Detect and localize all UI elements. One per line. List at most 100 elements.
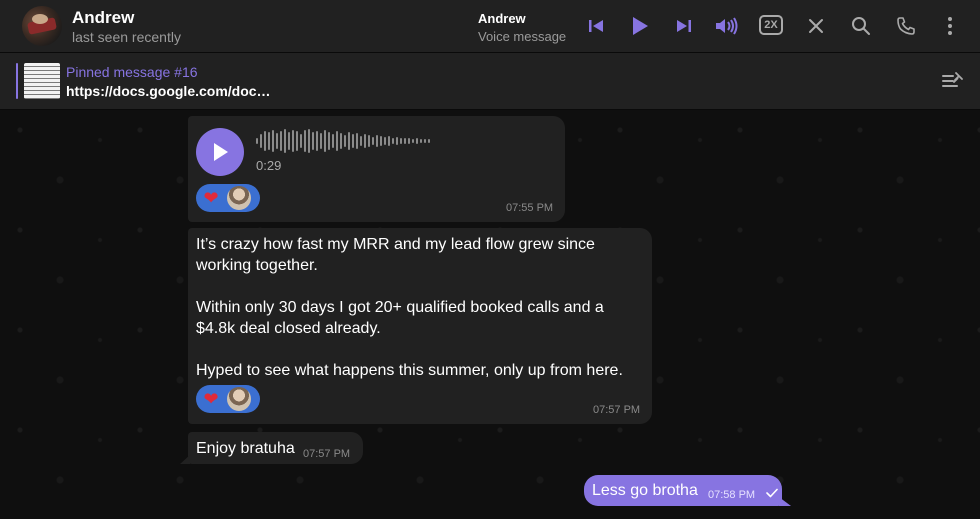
waveform-bar bbox=[368, 135, 370, 147]
waveform-bar bbox=[348, 132, 350, 150]
skip-previous-icon bbox=[589, 20, 603, 32]
waveform-bar bbox=[388, 136, 390, 146]
waveform-bar bbox=[392, 138, 394, 144]
waveform-bar bbox=[416, 138, 418, 144]
pinned-accent-bar bbox=[16, 63, 18, 99]
waveform-bar bbox=[424, 139, 426, 143]
avatar[interactable] bbox=[22, 6, 62, 46]
waveform-bar bbox=[332, 134, 334, 148]
message-line: working together. bbox=[196, 257, 318, 274]
message-time: 07:58 PM bbox=[708, 489, 756, 501]
waveform-bar bbox=[356, 133, 358, 149]
waveform-bar bbox=[296, 131, 298, 151]
phone-icon bbox=[897, 17, 915, 35]
heart-icon: ❤ bbox=[203, 389, 219, 409]
voice-message[interactable]: 0:29 ❤ 07:55 PM bbox=[188, 116, 565, 222]
contact-name[interactable]: Andrew bbox=[72, 8, 134, 28]
waveform-bar bbox=[324, 130, 326, 152]
pin-list-icon bbox=[942, 72, 963, 87]
waveform-bar bbox=[408, 138, 410, 144]
bubble-tail bbox=[180, 455, 190, 464]
waveform-bar bbox=[360, 136, 362, 146]
voice-duration: 0:29 bbox=[256, 158, 282, 173]
pinned-text: https://docs.google.com/doc… bbox=[66, 83, 271, 99]
speed-button[interactable]: 2X bbox=[759, 15, 783, 35]
waveform-bar bbox=[264, 131, 266, 151]
bubble-tail bbox=[779, 497, 791, 506]
close-icon bbox=[809, 19, 823, 33]
more-button[interactable] bbox=[936, 12, 964, 40]
reaction-avatar bbox=[226, 386, 252, 412]
search-icon bbox=[852, 17, 870, 35]
waveform-bar bbox=[372, 137, 374, 145]
waveform-bar bbox=[380, 136, 382, 146]
message-time: 07:57 PM bbox=[303, 448, 351, 460]
waveform-bar bbox=[272, 130, 274, 152]
read-check-icon bbox=[766, 488, 778, 498]
waveform-bar bbox=[344, 135, 346, 147]
close-player-button[interactable] bbox=[802, 12, 830, 40]
waveform-bar bbox=[328, 132, 330, 150]
play-icon bbox=[633, 17, 648, 35]
skip-next-icon bbox=[677, 20, 691, 32]
reaction-badge[interactable]: ❤ bbox=[196, 184, 260, 212]
outgoing-message[interactable]: Less go brotha 07:58 PM bbox=[584, 475, 782, 506]
waveform-bar bbox=[364, 134, 366, 148]
waveform-bar bbox=[280, 131, 282, 151]
player-subtitle: Voice message bbox=[478, 29, 567, 44]
pinned-message-bar[interactable]: Pinned message #16 https://docs.google.c… bbox=[0, 53, 980, 110]
volume-icon bbox=[716, 17, 738, 35]
message-text: Less go brotha bbox=[592, 482, 698, 499]
waveform-bar bbox=[304, 130, 306, 152]
reaction-avatar bbox=[226, 185, 252, 211]
message-line: Hyped to see what happens this summer, o… bbox=[196, 362, 623, 379]
waveform-bar bbox=[400, 138, 402, 144]
waveform-bar bbox=[396, 137, 398, 145]
message-time: 07:57 PM bbox=[593, 404, 641, 416]
waveform-bar bbox=[300, 134, 302, 148]
skip-next-button[interactable] bbox=[670, 12, 698, 40]
message-line: $4.8k deal closed already. bbox=[196, 320, 381, 337]
message-time: 07:55 PM bbox=[506, 202, 554, 214]
more-vertical-icon bbox=[948, 17, 952, 35]
pinned-title: Pinned message #16 bbox=[66, 64, 198, 80]
waveform-bar bbox=[308, 129, 310, 153]
waveform-bar bbox=[320, 133, 322, 149]
player-title[interactable]: Andrew bbox=[478, 11, 526, 26]
waveform-bar bbox=[256, 138, 258, 144]
waveform-bar bbox=[376, 135, 378, 147]
message-line: It’s crazy how fast my MRR and my lead f… bbox=[196, 236, 595, 253]
waveform-bar bbox=[340, 133, 342, 149]
voice-waveform[interactable] bbox=[256, 128, 430, 154]
waveform-bar bbox=[292, 130, 294, 152]
voice-play-button[interactable] bbox=[196, 128, 244, 176]
text-message[interactable]: It’s crazy how fast my MRR and my lead f… bbox=[188, 228, 652, 424]
pinned-list-button[interactable] bbox=[942, 72, 964, 95]
waveform-bar bbox=[420, 139, 422, 143]
waveform-bar bbox=[268, 132, 270, 150]
play-button[interactable] bbox=[626, 12, 654, 40]
waveform-bar bbox=[316, 131, 318, 151]
message-text: Enjoy bratuha bbox=[196, 440, 295, 457]
waveform-bar bbox=[384, 137, 386, 145]
waveform-bar bbox=[352, 134, 354, 148]
waveform-bar bbox=[276, 133, 278, 149]
waveform-bar bbox=[428, 139, 430, 143]
waveform-bar bbox=[312, 132, 314, 150]
waveform-bar bbox=[404, 138, 406, 144]
heart-icon: ❤ bbox=[203, 188, 219, 208]
waveform-bar bbox=[336, 131, 338, 151]
play-icon bbox=[214, 143, 228, 161]
skip-previous-button[interactable] bbox=[582, 12, 610, 40]
waveform-bar bbox=[288, 132, 290, 150]
text-message[interactable]: Enjoy bratuha 07:57 PM bbox=[188, 432, 363, 464]
chat-header: Andrew last seen recently Andrew Voice m… bbox=[0, 0, 980, 53]
message-line: Within only 30 days I got 20+ qualified … bbox=[196, 299, 604, 316]
reaction-badge[interactable]: ❤ bbox=[196, 385, 260, 413]
contact-status: last seen recently bbox=[72, 29, 181, 45]
call-button[interactable] bbox=[892, 12, 920, 40]
search-button[interactable] bbox=[847, 12, 875, 40]
pinned-thumbnail bbox=[24, 63, 60, 99]
volume-button[interactable] bbox=[713, 12, 741, 40]
waveform-bar bbox=[284, 129, 286, 153]
